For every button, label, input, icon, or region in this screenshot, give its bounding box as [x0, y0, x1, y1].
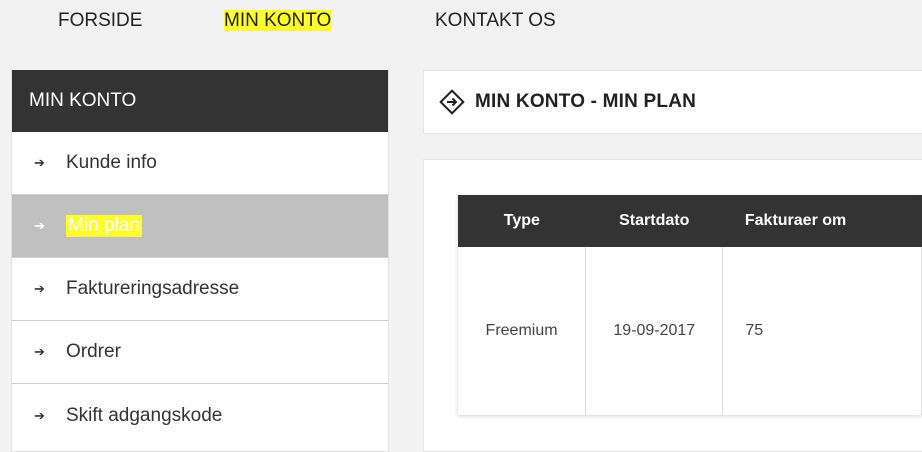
sidebar-item-label: Skift adgangskode — [66, 404, 223, 426]
sidebar-item-kunde-info[interactable]: ➔ Kunde info — [12, 132, 388, 195]
column-header-type: Type — [458, 195, 586, 247]
plan-table: Type Startdato Fakturaer om Freemium 19-… — [458, 195, 922, 415]
cell-type: Freemium — [458, 247, 587, 415]
sidebar-item-label: Min plan — [66, 215, 142, 237]
table-row: Freemium 19-09-2017 75 — [458, 247, 922, 415]
sidebar-title: MIN KONTO — [12, 70, 388, 132]
table-header-row: Type Startdato Fakturaer om — [458, 195, 922, 247]
nav-kontakt-os-label: KONTAKT OS — [435, 10, 556, 31]
nav-forside-label: FORSIDE — [58, 10, 143, 31]
sidebar-item-label: Kunde info — [66, 152, 157, 173]
sidebar-item-ordrer[interactable]: ➔ Ordrer — [12, 321, 388, 384]
right-arrow-icon: ➔ — [34, 281, 45, 296]
cell-startdato: 19-09-2017 — [585, 247, 724, 415]
cell-fakturaer-om: 75 — [722, 247, 922, 415]
page-title-panel: MIN KONTO - MIN PLAN — [423, 70, 922, 134]
nav-forside[interactable]: FORSIDE — [56, 8, 144, 34]
nav-min-konto-label: MIN KONTO — [224, 10, 332, 31]
plan-content-panel: Type Startdato Fakturaer om Freemium 19-… — [423, 159, 922, 452]
nav-min-konto[interactable]: MIN KONTO — [222, 8, 333, 34]
sidebar-item-min-plan[interactable]: ➔ Min plan — [12, 195, 388, 258]
sidebar-item-faktureringsadresse[interactable]: ➔ Faktureringsadresse — [12, 258, 388, 321]
right-arrow-icon: ➔ — [34, 344, 45, 359]
column-header-fakturaer-om: Fakturaer om — [722, 195, 922, 247]
column-header-startdato: Startdato — [585, 195, 723, 247]
diamond-arrow-icon — [439, 89, 465, 115]
sidebar-item-label: Faktureringsadresse — [66, 278, 240, 299]
right-arrow-icon: ➔ — [34, 218, 45, 233]
top-nav: FORSIDE MIN KONTO KONTAKT OS — [0, 0, 922, 44]
page-title: MIN KONTO - MIN PLAN — [475, 91, 697, 112]
sidebar-item-skift-adgangskode[interactable]: ➔ Skift adgangskode — [12, 384, 388, 447]
sidebar-item-label: Ordrer — [66, 341, 121, 362]
right-arrow-icon: ➔ — [34, 155, 45, 170]
right-arrow-icon: ➔ — [34, 407, 45, 423]
nav-kontakt-os[interactable]: KONTAKT OS — [433, 8, 558, 34]
account-sidebar: MIN KONTO ➔ Kunde info ➔ Min plan ➔ Fakt… — [11, 70, 389, 452]
